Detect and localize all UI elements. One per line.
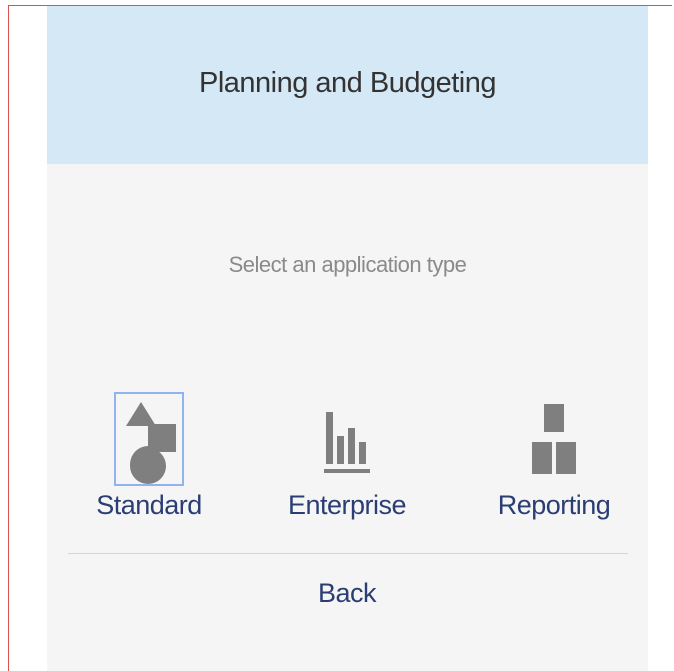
application-type-dialog: Planning and Budgeting Select an applica… xyxy=(47,6,648,671)
reporting-option[interactable]: Reporting xyxy=(484,394,624,534)
footer-divider xyxy=(68,553,628,554)
standard-label: Standard xyxy=(96,490,202,520)
blocks-icon xyxy=(532,404,576,474)
select-prompt: Select an application type xyxy=(228,252,467,277)
shapes-icon xyxy=(126,402,176,484)
reporting-label: Reporting xyxy=(497,490,611,520)
standard-icon-box[interactable] xyxy=(114,392,184,486)
back-button[interactable]: Back xyxy=(297,578,397,609)
reporting-icon-box[interactable] xyxy=(521,394,587,484)
bar-chart-icon xyxy=(324,412,370,473)
enterprise-option[interactable]: Enterprise xyxy=(277,394,417,534)
dialog-header: Planning and Budgeting xyxy=(47,6,648,164)
enterprise-icon-box[interactable] xyxy=(314,394,380,484)
enterprise-label: Enterprise xyxy=(287,490,407,520)
dialog-title: Planning and Budgeting xyxy=(199,66,496,99)
standard-option[interactable]: Standard xyxy=(79,392,219,534)
